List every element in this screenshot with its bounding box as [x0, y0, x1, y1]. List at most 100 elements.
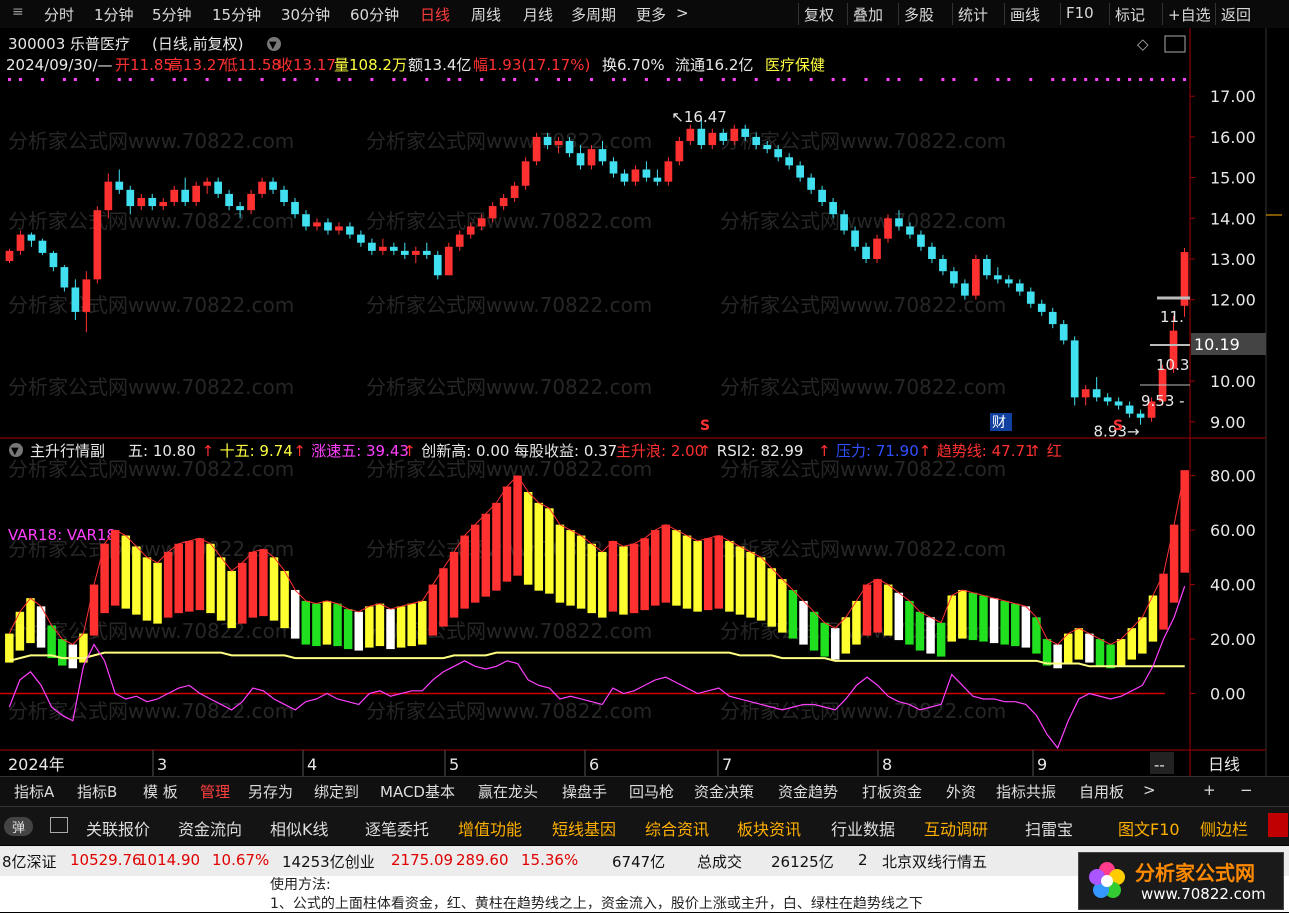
candle-body: [1004, 279, 1013, 284]
indicator-tab-7[interactable]: 赢在龙头: [478, 781, 538, 802]
candle-body: [884, 218, 892, 239]
function-button-11[interactable]: 图文F10: [1118, 816, 1180, 840]
signal-dot: [458, 78, 462, 81]
indicator-tab-0[interactable]: 指标A: [14, 781, 54, 802]
candle-body: [1136, 413, 1145, 418]
indicator-bar: [290, 590, 300, 639]
toolbar-button-5[interactable]: F10: [1066, 4, 1094, 22]
indicator-tab-5[interactable]: 绑定到: [314, 781, 359, 802]
indicator-tab-8[interactable]: 操盘手: [562, 781, 607, 802]
candle-body: [993, 275, 1002, 280]
candle-body: [236, 206, 244, 211]
zoom-in-button[interactable]: +: [1203, 781, 1216, 799]
zoom-out-button[interactable]: −: [1240, 781, 1253, 799]
indicator-tab-4[interactable]: 另存为: [248, 781, 293, 802]
signal-dot: [282, 78, 286, 81]
price-axis-label: 17.00: [1210, 87, 1256, 106]
candle-body: [785, 157, 794, 166]
indicator-tab-12[interactable]: 打板资金: [862, 781, 922, 802]
indicator-tab-10[interactable]: 资金决策: [694, 781, 754, 802]
toolbar-button-6[interactable]: 标记: [1115, 4, 1145, 25]
period-tab-7[interactable]: 周线: [471, 4, 501, 25]
indicator-bar: [1085, 633, 1094, 663]
period-tab-3[interactable]: 15分钟: [212, 4, 261, 25]
indicator-tab-3[interactable]: 管理: [200, 781, 230, 802]
menu-icon[interactable]: [50, 817, 68, 833]
candle-body: [521, 161, 530, 186]
period-tab-8[interactable]: 月线: [523, 4, 553, 25]
indicator-tab-9[interactable]: 回马枪: [629, 781, 674, 802]
period-tab-9[interactable]: 多周期: [571, 4, 616, 25]
period-tab-5[interactable]: 60分钟: [350, 4, 399, 25]
candle-body: [1037, 303, 1046, 312]
indicator-value-9: 红: [1047, 442, 1062, 460]
indicator-bar: [132, 546, 141, 615]
function-button-2[interactable]: 相似K线: [270, 816, 329, 840]
indicator-tab-1[interactable]: 指标B: [77, 781, 117, 802]
toolbar-button-0[interactable]: 复权: [804, 4, 834, 25]
function-button-3[interactable]: 逐笔委托: [365, 816, 429, 840]
candle-body: [598, 149, 607, 162]
candle-body: [719, 132, 728, 141]
period-tab-0[interactable]: 分时: [44, 4, 74, 25]
site-logo: 分析家公式网 www.70822.com: [1078, 852, 1284, 910]
ticker-item-11: 2: [858, 851, 868, 869]
high-annotation: ↖16.47: [671, 108, 727, 126]
candle-body: [895, 218, 903, 227]
period-tab-10[interactable]: 更多: [636, 4, 666, 25]
diamond-icon[interactable]: ◇: [1137, 35, 1149, 53]
watermark-text: 分析家公式网www.70822.com: [8, 293, 294, 317]
indicator-tab-14[interactable]: 指标共振: [996, 781, 1056, 802]
indicator-tab-11[interactable]: 资金趋势: [778, 781, 838, 802]
candle-body: [488, 206, 497, 219]
period-tab-1[interactable]: 1分钟: [94, 4, 134, 25]
function-button-9[interactable]: 互动调研: [924, 816, 988, 840]
toolbar-button-8[interactable]: 返回: [1221, 4, 1251, 25]
chevron-down-icon[interactable]: ▼: [269, 40, 277, 51]
function-button-1[interactable]: 资金流向: [178, 816, 242, 840]
close-panel-icon[interactable]: [1268, 813, 1288, 837]
toolbar-button-2[interactable]: 多股: [904, 4, 934, 25]
chevron-down-icon[interactable]: ▼: [11, 446, 19, 457]
indicator-bar: [407, 603, 416, 647]
signal-dot: [18, 78, 22, 81]
indicator-bar: [238, 562, 247, 624]
indicator-bar: [725, 540, 734, 612]
toolbar-button-1[interactable]: 叠加: [853, 4, 883, 25]
signal-dot: [1029, 78, 1033, 81]
function-button-6[interactable]: 综合资讯: [645, 816, 709, 840]
indicator-bar: [651, 530, 660, 606]
more-chevron-icon[interactable]: >: [676, 4, 689, 22]
function-button-5[interactable]: 短线基因: [552, 816, 616, 840]
toolbar-button-3[interactable]: 统计: [958, 4, 988, 25]
popup-toggle[interactable]: 弹: [4, 817, 34, 836]
period-tab-6[interactable]: 日线: [420, 4, 450, 25]
period-tab-4[interactable]: 30分钟: [281, 4, 330, 25]
function-button-4[interactable]: 增值功能: [458, 816, 522, 840]
indicator-tab-6[interactable]: MACD基本: [380, 781, 455, 802]
function-button-8[interactable]: 行业数据: [831, 816, 895, 840]
toolbar-button-7[interactable]: +自选: [1168, 4, 1211, 25]
candle-body: [1081, 389, 1090, 398]
candle-body: [587, 149, 596, 166]
indicator-bar: [619, 546, 628, 615]
indicator-tab-13[interactable]: 外资: [946, 781, 976, 802]
toolbar-nav-icon[interactable]: ≡: [12, 4, 24, 20]
period-tab-2[interactable]: 5分钟: [152, 4, 192, 25]
more-tabs-chevron-icon[interactable]: >: [1143, 781, 1156, 799]
indicator-tab-15[interactable]: 自用板: [1079, 781, 1124, 802]
signal-dot: [886, 78, 890, 81]
function-button-7[interactable]: 板块资讯: [737, 816, 801, 840]
function-button-0[interactable]: 关联报价: [86, 816, 150, 840]
function-button-12[interactable]: 侧边栏: [1200, 816, 1248, 840]
candle-body: [796, 165, 805, 178]
indicator-tab-2[interactable]: 模 板: [143, 781, 178, 802]
candle-body: [170, 189, 179, 203]
indicator-bar: [1116, 639, 1126, 666]
function-button-10[interactable]: 扫雷宝: [1025, 816, 1073, 840]
indicator-value-3: 创新高: 0.00: [421, 442, 509, 460]
toolbar-button-4[interactable]: 画线: [1010, 4, 1040, 25]
quote-float_cap: 流通16.2亿: [675, 56, 753, 74]
indicator-bar: [375, 603, 385, 647]
toolbar-divider: [1060, 3, 1061, 25]
